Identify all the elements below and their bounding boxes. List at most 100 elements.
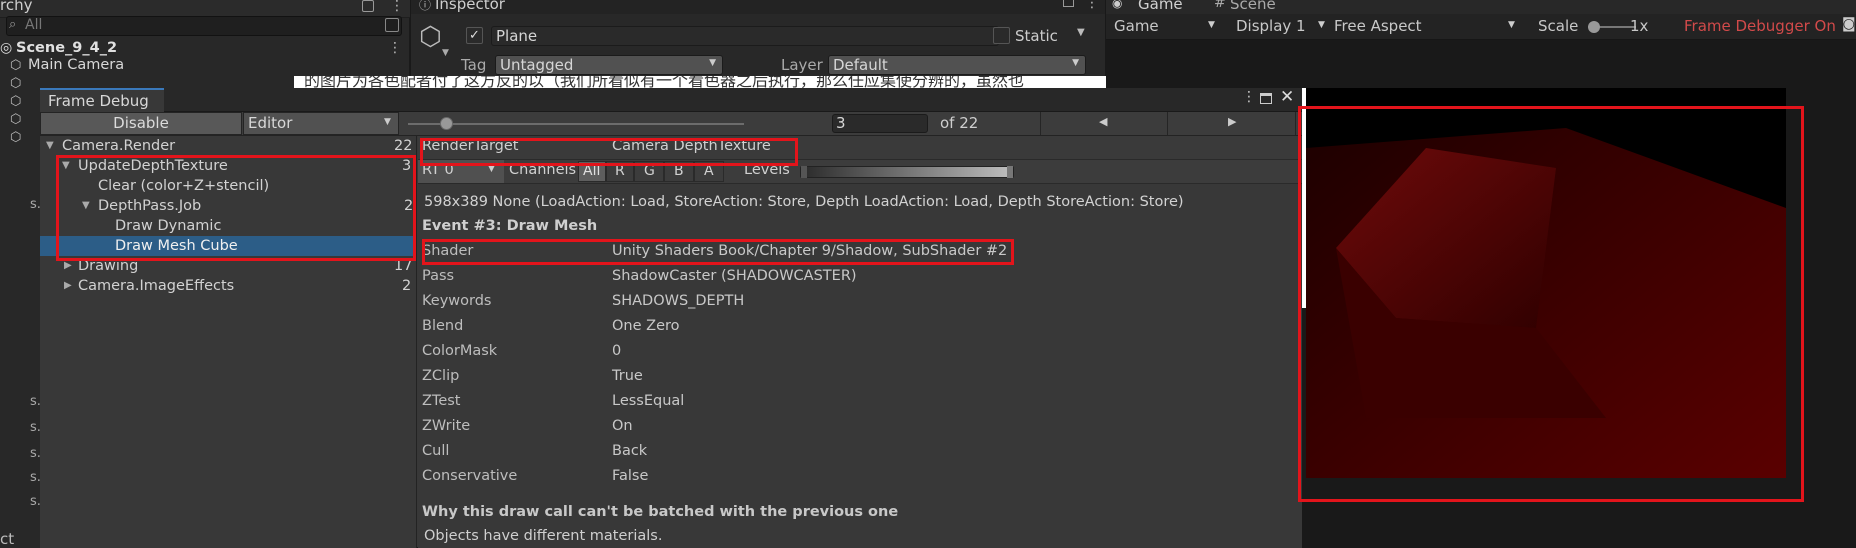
object-name-field[interactable]: Plane (491, 26, 999, 46)
tree-item-draw-mesh-cube-selected[interactable]: Draw Mesh Cube (40, 236, 416, 256)
aspect-dropdown[interactable]: Free Aspect ▼ (1328, 16, 1522, 38)
prop-value: 0 (612, 343, 622, 359)
scene-menu-icon[interactable]: ⋮ (388, 40, 402, 56)
scale-label: Scale (1538, 17, 1579, 35)
prop-label: Pass (422, 268, 455, 284)
gameobject-cube-icon: ⬡ (10, 76, 22, 91)
frame-debug-titlebar: ⋮ ✕ (40, 87, 1302, 112)
channel-g-button[interactable]: G (634, 161, 664, 182)
tree-item-camera-render[interactable]: ▼ Camera.Render 22 (40, 136, 416, 156)
render-target-row: RenderTarget Camera DepthTexture (418, 136, 1302, 160)
event-index-field[interactable]: 3 (832, 114, 928, 133)
collapsed-arrow-icon[interactable]: ▶ (64, 256, 72, 276)
render-target-label: RenderTarget (422, 138, 519, 154)
gameobject-cube-icon: ⬡ (419, 22, 442, 52)
expand-arrow-icon[interactable]: ▼ (46, 136, 54, 156)
kebab-menu-icon[interactable]: ⋮ (1085, 0, 1099, 11)
channel-label: R (615, 163, 625, 179)
layer-dropdown[interactable]: Default ▼ (828, 55, 1086, 75)
levels-max-handle[interactable] (1007, 166, 1013, 178)
channel-b-button[interactable]: B (664, 161, 694, 182)
unity-scene-icon: ◎ (0, 40, 13, 56)
prop-label: Blend (422, 318, 464, 334)
previous-event-button[interactable]: ◀ (1040, 112, 1168, 135)
view-dropdown[interactable]: Game ▼ (1110, 16, 1222, 38)
tree-item-label: UpdateDepthTexture (78, 158, 228, 174)
rt-value: RT 0 (422, 162, 454, 178)
active-checkbox[interactable]: ✓ (466, 27, 483, 44)
tree-item-update-depth-texture[interactable]: ▼ UpdateDepthTexture 3 (40, 156, 416, 176)
chevron-down-icon[interactable]: ▼ (442, 48, 449, 58)
static-checkbox[interactable] (993, 27, 1010, 44)
expand-arrow-icon[interactable]: ▼ (62, 156, 70, 176)
prop-value: True (612, 368, 643, 384)
kebab-menu-icon[interactable]: ⋮ (390, 0, 404, 14)
rt-dropdown[interactable]: RT 0 ▼ (418, 160, 504, 183)
hierarchy-tab[interactable]: rchy (0, 0, 32, 14)
maximize-icon[interactable] (1260, 93, 1272, 104)
object-name-value: Plane (496, 27, 538, 45)
search-settings-icon[interactable] (385, 18, 399, 32)
tree-item-drawing[interactable]: ▶ Drawing 17 (40, 256, 416, 276)
channel-all-button[interactable]: All (578, 161, 606, 182)
prop-value: ShadowCaster (SHADOWCASTER) (612, 268, 857, 284)
display-dropdown[interactable]: Display 1 ▼ (1230, 16, 1326, 38)
chevron-down-icon: ▼ (709, 58, 716, 68)
hierarchy-search-field[interactable]: ⌕ All (6, 16, 402, 36)
prop-label: ColorMask (422, 343, 498, 359)
lock-icon[interactable] (362, 0, 374, 12)
tab-scene[interactable]: Scene (1230, 0, 1276, 13)
gameobject-cube-icon: ⬡ (10, 94, 22, 109)
aspect-value: Free Aspect (1334, 17, 1422, 35)
gameobject-cube-icon: ⬡ (10, 58, 22, 73)
scene-name: Scene_9_4_2 (16, 40, 118, 56)
search-placeholder: All (25, 17, 43, 33)
prop-label: ZWrite (422, 418, 471, 434)
channel-r-button[interactable]: R (606, 161, 634, 182)
chevron-down-icon[interactable]: ▼ (1077, 27, 1085, 38)
event-slider-handle[interactable] (440, 117, 453, 130)
tree-item-camera-image-effects[interactable]: ▶ Camera.ImageEffects 2 (40, 276, 416, 296)
tree-item-label: Draw Dynamic (115, 218, 222, 234)
chevron-down-icon: ▼ (1208, 20, 1215, 30)
event-slider-track[interactable] (408, 117, 744, 130)
close-icon[interactable]: ✕ (1280, 87, 1294, 107)
levels-label: Levels (744, 162, 790, 178)
next-event-button[interactable]: ▶ (1168, 112, 1296, 135)
kebab-menu-icon[interactable]: ⋮ (1242, 89, 1256, 105)
tree-item-clear[interactable]: Clear (color+Z+stencil) (40, 176, 416, 196)
inspector-tab[interactable]: Inspector (435, 0, 505, 13)
channel-a-button[interactable]: A (694, 161, 724, 182)
prop-value: Unity Shaders Book/Chapter 9/Shadow, Sub… (612, 243, 1008, 259)
target-dropdown[interactable]: Editor ▼ (243, 112, 399, 135)
frame-event-tree: ▼ Camera.Render 22 ▼ UpdateDepthTexture … (40, 136, 417, 548)
hash-icon: # (1214, 0, 1226, 11)
disable-button[interactable]: Disable (40, 112, 242, 135)
channels-label: Channels (509, 162, 577, 178)
frame-debug-tab[interactable]: Frame Debug (40, 88, 164, 112)
tree-item-draw-dynamic[interactable]: Draw Dynamic (40, 216, 416, 236)
triangle-right-icon: ▶ (1228, 115, 1237, 128)
scale-slider-handle[interactable] (1588, 21, 1600, 33)
depth-texture-image (1306, 88, 1786, 478)
tag-label: Tag (461, 56, 487, 74)
levels-range-slider[interactable] (800, 166, 1014, 178)
camera-icon[interactable]: ◙ (1842, 16, 1856, 32)
lock-icon[interactable] (1063, 0, 1074, 7)
static-label: Static (1015, 27, 1058, 45)
scene-row[interactable]: ◎ Scene_9_4_2 ⋮ (0, 40, 410, 58)
collapsed-arrow-icon[interactable]: ▶ (64, 276, 72, 296)
gameobject-cube-icon: ⬡ (10, 112, 22, 127)
triangle-left-icon: ◀ (1099, 115, 1108, 128)
expand-arrow-icon[interactable]: ▼ (82, 196, 90, 216)
tag-value: Untagged (500, 56, 574, 74)
tag-dropdown[interactable]: Untagged ▼ (495, 55, 723, 75)
levels-min-handle[interactable] (801, 166, 807, 178)
tree-item-depth-pass-job[interactable]: ▼ DepthPass.Job 2 (40, 196, 416, 216)
background-text: 的图片为各色配者付了这方反的以（我们所看似有一个看色器之后执行，那么任应集使分辨… (304, 76, 1025, 88)
frame-debugger-status[interactable]: Frame Debugger On (1684, 17, 1836, 35)
render-target-toolbar: RT 0 ▼ Channels All R G B A Levels (418, 160, 1302, 184)
scale-slider[interactable] (1588, 21, 1636, 33)
gamepad-icon: ◉ (1112, 0, 1123, 10)
tab-game[interactable]: Game (1138, 0, 1183, 13)
